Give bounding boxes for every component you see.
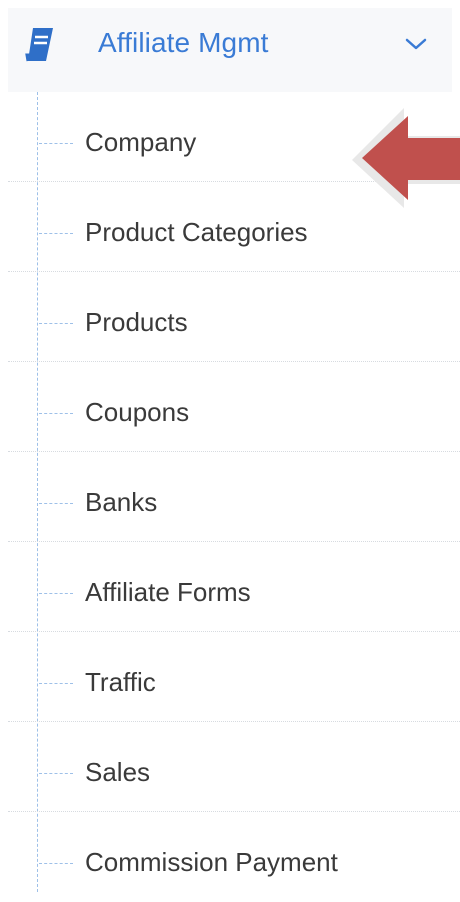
menu-item-sales[interactable]: Sales [8, 722, 460, 812]
tree-branch [39, 233, 73, 234]
menu-item-coupons[interactable]: Coupons [8, 362, 460, 452]
chevron-down-icon[interactable] [404, 36, 428, 52]
menu-section-title: Affiliate Mgmt [98, 27, 269, 58]
menu-item-label: Affiliate Forms [85, 577, 251, 607]
tree-branch [39, 593, 73, 594]
tree-branch [39, 683, 73, 684]
menu-item-label: Traffic [85, 667, 156, 697]
menu-item-banks[interactable]: Banks [8, 452, 460, 542]
menu-item-products[interactable]: Products [8, 272, 460, 362]
tree-branch [39, 413, 73, 414]
pointer-arrow-icon [352, 108, 460, 208]
menu-item-label: Product Categories [85, 217, 308, 247]
affiliate-mgmt-header[interactable]: Affiliate Mgmt [8, 8, 452, 92]
menu-item-affiliate-forms[interactable]: Affiliate Forms [8, 542, 460, 632]
menu-item-label: Products [85, 307, 188, 337]
tree-branch [39, 323, 73, 324]
tree-branch [39, 503, 73, 504]
menu-item-label: Banks [85, 487, 158, 517]
tree-branch [39, 773, 73, 774]
menu-item-label: Coupons [85, 397, 190, 427]
tree-branch [39, 863, 73, 864]
menu-item-traffic[interactable]: Traffic [8, 632, 460, 722]
tree-branch [39, 143, 73, 144]
book-icon [25, 28, 53, 62]
menu-item-label: Sales [85, 757, 151, 787]
menu-item-label: Company [85, 127, 197, 157]
menu-item-commission-payment[interactable]: Commission Payment [8, 812, 460, 902]
menu-item-label: Commission Payment [85, 847, 338, 877]
